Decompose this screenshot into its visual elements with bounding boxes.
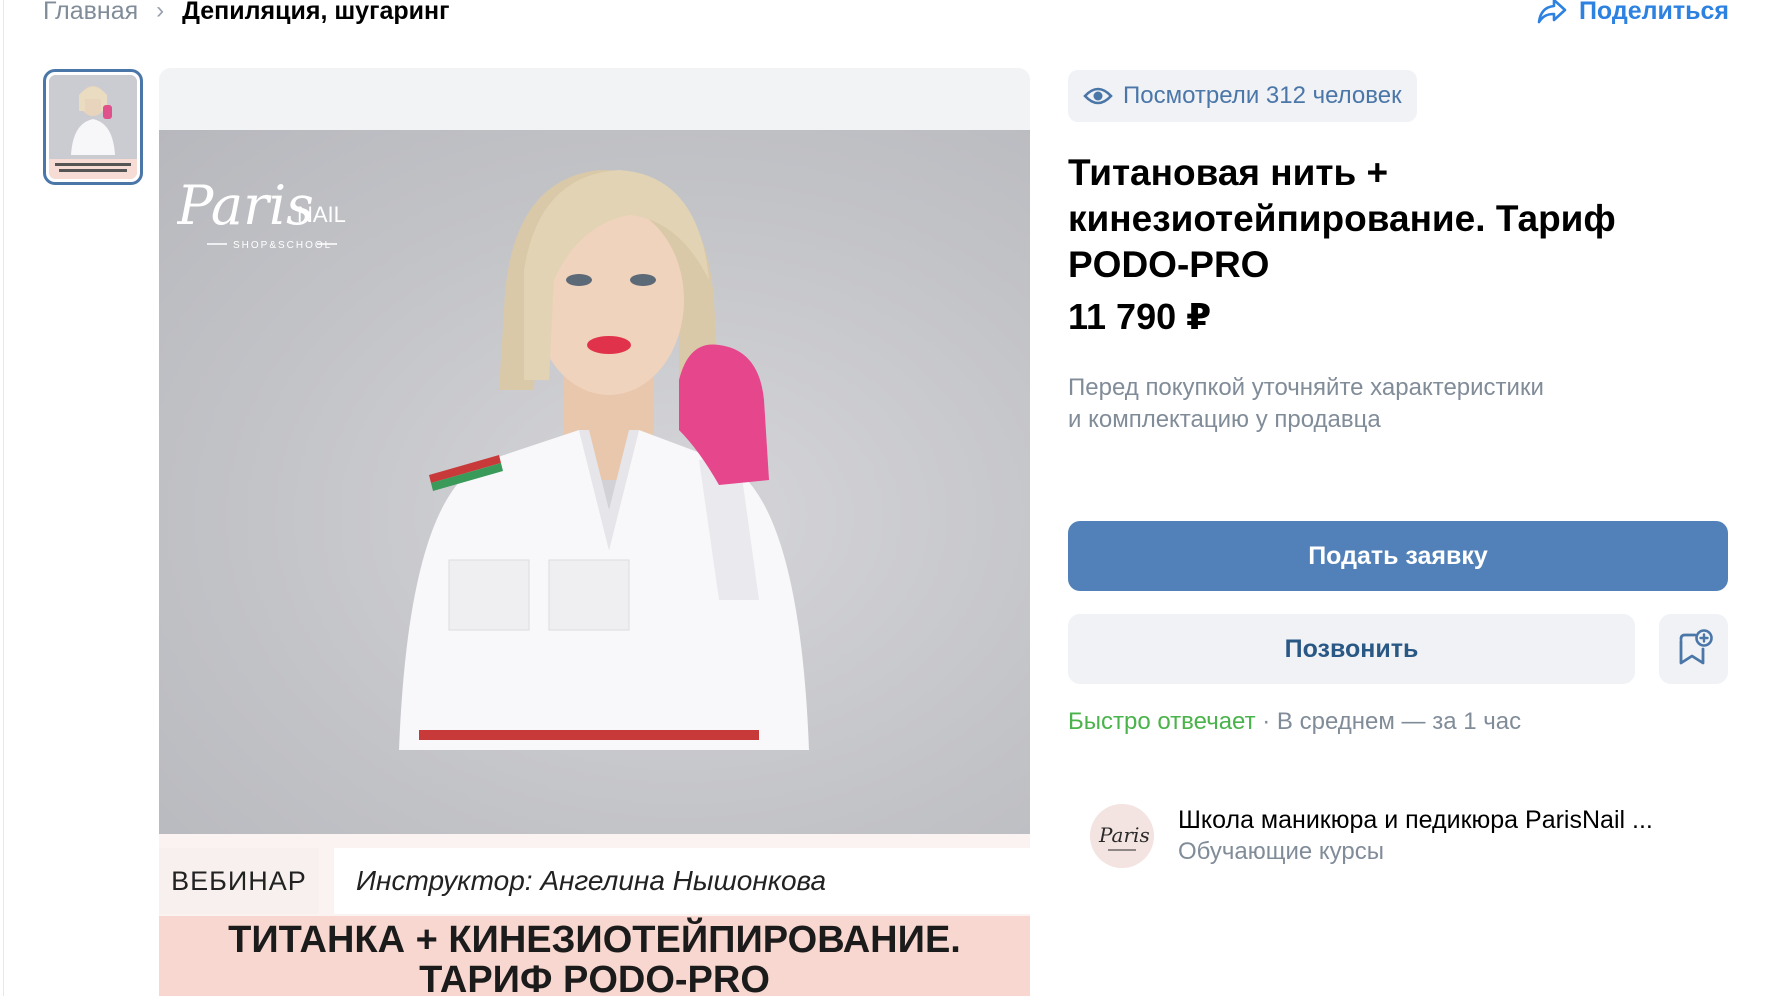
brand-logo: Paris NAIL SHOP&SCHOOL — [176, 168, 367, 258]
product-title: Титановая нить + кинезиотейпирование. Та… — [1068, 152, 1616, 285]
webinar-tag: ВЕБИНАР — [159, 848, 319, 914]
avatar[interactable]: Paris — [1090, 804, 1154, 868]
breadcrumb: Главная › Депиляция, шугаринг — [43, 0, 450, 24]
instructor-caption: Инструктор: Ангелина Нышонкова — [334, 848, 1030, 914]
bookmark-button[interactable] — [1659, 614, 1728, 684]
gallery-thumbnail[interactable] — [43, 69, 143, 185]
page-border — [3, 0, 4, 996]
svg-text:Paris: Paris — [1098, 823, 1150, 847]
seller-category: Обучающие курсы — [1178, 838, 1385, 865]
breadcrumb-current[interactable]: Депиляция, шугаринг — [182, 0, 449, 24]
response-separator: · — [1255, 708, 1277, 735]
brand-logo-script: Paris — [177, 174, 314, 237]
share-button[interactable]: Поделиться — [1537, 0, 1729, 25]
share-icon — [1537, 0, 1567, 24]
thumbnail-image — [49, 75, 137, 179]
product-page: Главная › Депиляция, шугаринг Поделиться — [0, 0, 1771, 996]
purchase-note-line1: Перед покупкой уточняйте характеристики — [1068, 374, 1544, 401]
brand-logo-nail: NAIL — [297, 202, 346, 227]
product-main-photo[interactable]: Paris NAIL SHOP&SCHOOL ВЕБИНАР Инструкто… — [159, 68, 1030, 996]
response-info: Быстро отвечает · В среднем — за 1 час — [1068, 708, 1521, 736]
purchase-note-line2: и комплектацию у продавца — [1068, 406, 1381, 433]
share-label: Поделиться — [1578, 0, 1729, 25]
apply-button[interactable]: Подать заявку — [1068, 521, 1728, 591]
bookmark-add-icon — [1679, 629, 1713, 665]
average-response-time: В среднем — за 1 час — [1276, 708, 1522, 735]
eye-icon — [1083, 87, 1113, 105]
views-count: Посмотрели 312 человек — [1123, 82, 1402, 109]
call-button[interactable]: Позвонить — [1068, 614, 1635, 684]
chevron-right-icon: › — [156, 0, 165, 24]
seller-name[interactable]: Школа маникюра и педикюра ParisNail ... — [1178, 804, 1718, 836]
breadcrumb-home-link[interactable]: Главная — [43, 0, 138, 24]
photo-top-bar — [159, 68, 1030, 130]
seller-card[interactable]: Paris Школа маникюра и педикюра ParisNai… — [1090, 804, 1718, 868]
fast-response-label: Быстро отвечает — [1068, 708, 1256, 735]
promo-title: ТИТАНКА + КИНЕЗИОТЕЙПИРОВАНИЕ. ТАРИФ POD… — [159, 916, 1030, 996]
product-price: 11 790 ₽ — [1068, 296, 1212, 337]
brand-logo-sub: SHOP&SCHOOL — [233, 240, 332, 251]
views-badge: Посмотрели 312 человек — [1068, 70, 1417, 122]
purchase-note: Перед покупкой уточняйте характеристики … — [1068, 372, 1668, 436]
seller-info: Школа маникюра и педикюра ParisNail ... … — [1178, 804, 1718, 868]
